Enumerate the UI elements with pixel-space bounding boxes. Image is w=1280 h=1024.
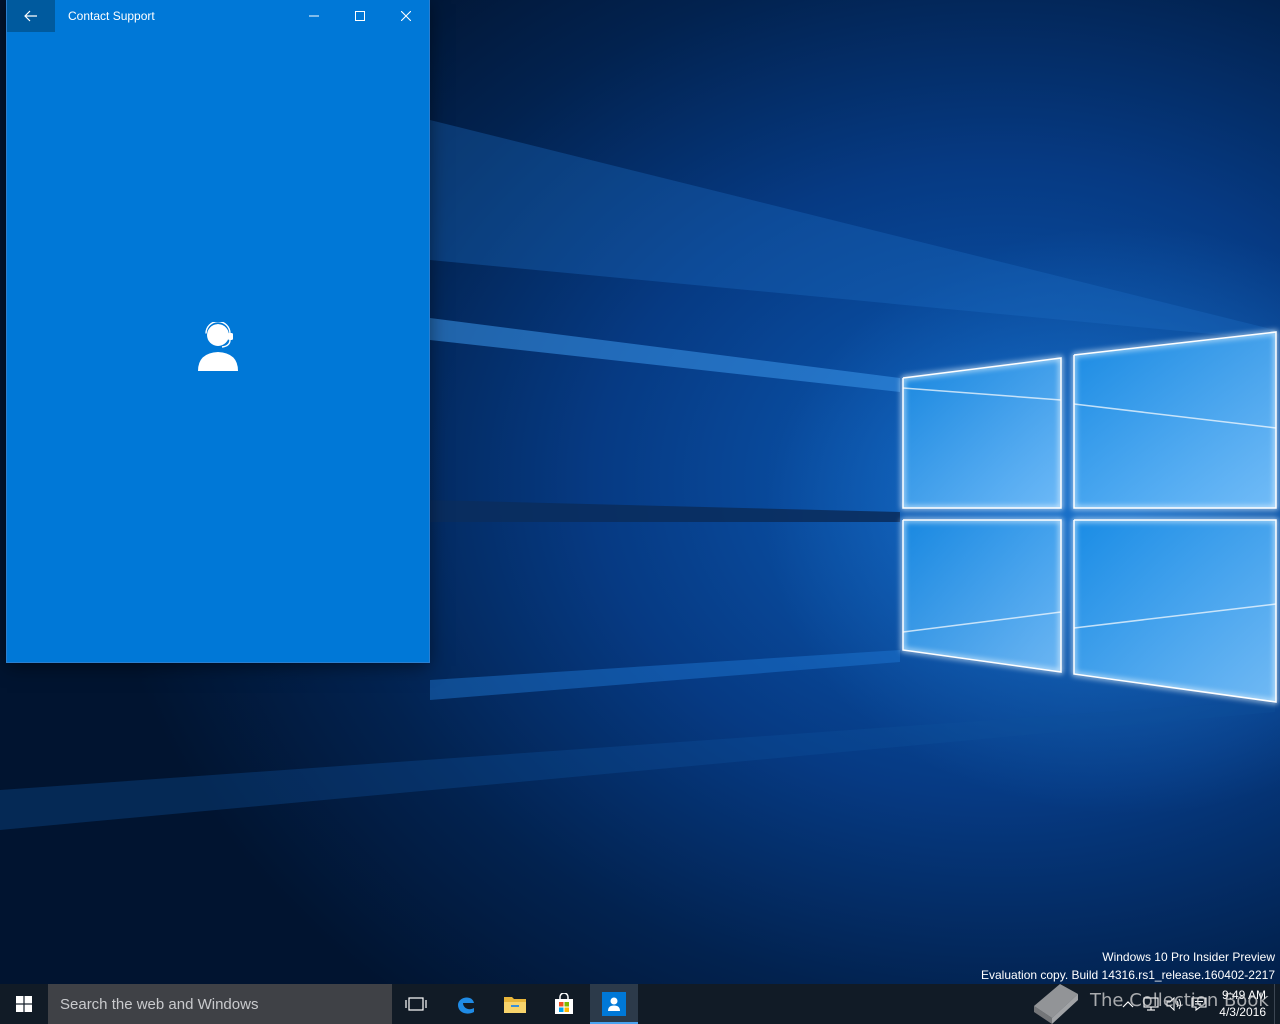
watermark-build: Evaluation copy. Build 14316.rs1_release… <box>981 968 1275 982</box>
show-desktop-button[interactable] <box>1274 984 1280 1024</box>
watermark-edition: Windows 10 Pro Insider Preview <box>1102 950 1275 964</box>
tray-network-button[interactable] <box>1141 994 1161 1014</box>
tray-overflow-button[interactable] <box>1118 994 1138 1014</box>
window-titlebar[interactable]: Contact Support <box>7 0 429 32</box>
edge-icon <box>458 997 474 1014</box>
search-placeholder: Search the web and Windows <box>60 995 259 1013</box>
chevron-up-icon <box>1122 1001 1134 1008</box>
taskbar-file-explorer-button[interactable] <box>491 984 539 1024</box>
folder-icon <box>504 997 526 1013</box>
close-icon <box>401 11 411 21</box>
taskbar-contact-support-button[interactable] <box>590 984 638 1024</box>
contact-support-icon <box>602 992 626 1016</box>
window-title: Contact Support <box>68 9 155 23</box>
taskbar-store-button[interactable] <box>540 984 588 1024</box>
taskbar: Search the web and Windows 9:49 AM 4/3/2… <box>0 984 1280 1024</box>
minimize-button[interactable] <box>291 0 337 32</box>
maximize-button[interactable] <box>337 0 383 32</box>
search-input[interactable]: Search the web and Windows <box>48 984 392 1024</box>
support-agent-icon <box>198 322 238 371</box>
action-center-icon <box>1191 997 1207 1011</box>
windows-logo-icon <box>16 996 32 1012</box>
task-view-button[interactable] <box>392 984 440 1024</box>
taskbar-clock[interactable]: 9:49 AM 4/3/2016 <box>1219 987 1266 1021</box>
task-view-icon <box>405 997 427 1011</box>
minimize-icon <box>309 15 319 17</box>
splash-content <box>7 32 429 662</box>
build-watermark: Windows 10 Pro Insider Preview Evaluatio… <box>981 948 1275 984</box>
taskbar-edge-button[interactable] <box>442 984 490 1024</box>
network-icon <box>1143 997 1159 1011</box>
arrow-left-icon <box>24 10 37 22</box>
maximize-icon <box>355 11 365 21</box>
store-icon <box>555 993 573 1014</box>
contact-support-window[interactable]: Contact Support <box>7 0 429 662</box>
back-button[interactable] <box>7 0 55 32</box>
start-button[interactable] <box>0 984 48 1024</box>
clock-date: 4/3/2016 <box>1219 1005 1266 1019</box>
close-button[interactable] <box>383 0 429 32</box>
volume-icon <box>1166 997 1181 1011</box>
tray-volume-button[interactable] <box>1165 994 1185 1014</box>
clock-time: 9:49 AM <box>1221 988 1266 1002</box>
tray-action-center-button[interactable] <box>1189 994 1209 1014</box>
